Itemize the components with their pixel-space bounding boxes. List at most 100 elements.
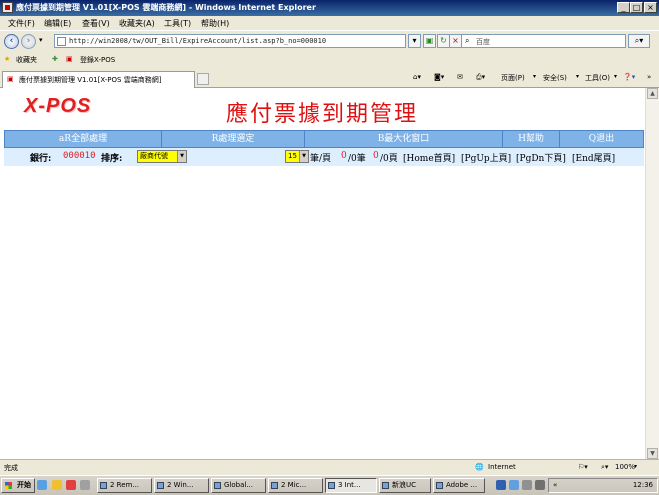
chevron-right-icon[interactable]: »: [647, 73, 651, 81]
current-page: 0: [373, 151, 379, 161]
protected-mode-icon[interactable]: ⚐▾: [578, 463, 588, 471]
filter-bar: 銀行: 000010 排序: 廠商代號 ▼ 15 ▼ 筆/頁 0 /0筆 0 /…: [4, 148, 644, 166]
tab-bar: ▣ 應付票據到期管理 V1.01[X-POS 雲端商務網] ⌂▾ ◙▾ ✉ ⎙▾…: [0, 68, 659, 88]
chevron-down-icon[interactable]: ▾: [39, 36, 43, 44]
menu-bar: 文件(F) 编辑(E) 查看(V) 收藏夹(A) 工具(T) 帮助(H): [0, 16, 659, 30]
add-favorite-icon[interactable]: ✚: [52, 55, 58, 63]
new-tab-button[interactable]: [197, 73, 209, 85]
bank-label: 銀行:: [30, 154, 52, 164]
vertical-scrollbar[interactable]: ▲ ▼: [645, 88, 659, 459]
menu-view[interactable]: 查看(V): [82, 18, 110, 29]
clock[interactable]: 12:36: [633, 481, 653, 489]
page-title: 應付票據到期管理: [226, 102, 419, 127]
search-icon: ⌕: [465, 36, 470, 45]
qq-icon[interactable]: [66, 480, 76, 490]
scroll-up-icon[interactable]: ▲: [647, 88, 658, 99]
tab-title: 應付票據到期管理 V1.01[X-POS 雲端商務網]: [19, 76, 162, 84]
task-microsoft[interactable]: 2 Mic...: [268, 478, 323, 493]
desktop-icon[interactable]: [37, 480, 47, 490]
task-global[interactable]: Global...: [211, 478, 266, 493]
task-sina-uc[interactable]: 新浪UC: [379, 478, 431, 493]
sort-selected-value: 廠商代號: [140, 152, 168, 160]
nav-pgup-link[interactable]: [PgUp上頁]: [461, 151, 511, 164]
pages-label: /0頁: [380, 154, 398, 164]
mail-icon[interactable]: ✉: [457, 73, 463, 81]
maximize-window-button[interactable]: B最大化窗口: [305, 131, 503, 147]
total-records: 0: [341, 151, 347, 161]
nav-home-link[interactable]: [Home首頁]: [403, 151, 455, 164]
favorites-star-icon: ★: [4, 55, 11, 63]
quicklaunch-icon[interactable]: [52, 480, 62, 490]
minimize-button[interactable]: _: [617, 2, 630, 13]
ime-icon[interactable]: [509, 480, 519, 490]
menu-edit[interactable]: 编辑(E): [44, 18, 71, 29]
per-page-label: 筆/頁: [310, 154, 332, 164]
search-go-icon[interactable]: ⌕▾: [628, 34, 650, 48]
print-icon[interactable]: ⎙▾: [476, 73, 485, 82]
chevron-down-icon: ▼: [177, 151, 186, 162]
ch-language-icon[interactable]: [496, 480, 506, 490]
quicklaunch-more-icon[interactable]: [80, 480, 90, 490]
chevron-down-icon: ▾: [533, 73, 537, 80]
page-menu[interactable]: 页面(P): [501, 73, 525, 83]
status-bar: 完成 🌐 Internet ⚐▾ ⌕▾ 100% ▾: [0, 459, 659, 475]
nav-pgdn-link[interactable]: [PgDn下頁]: [516, 151, 566, 164]
process-selected-button[interactable]: R處理選定: [162, 131, 305, 147]
back-icon[interactable]: ‹: [4, 34, 19, 49]
url-text: http://win2008/tw/OUT_Bill/ExpireAccount…: [69, 37, 327, 45]
system-tray: « 12:36: [548, 478, 658, 493]
address-bar: ‹ › ▾ http://win2008/tw/OUT_Bill/ExpireA…: [0, 30, 659, 52]
status-text: 完成: [4, 464, 18, 472]
tray-expand-icon[interactable]: [535, 480, 545, 490]
feeds-icon[interactable]: ◙▾: [434, 73, 444, 81]
nav-end-link[interactable]: [End尾頁]: [572, 151, 615, 164]
tray-icons[interactable]: «: [553, 481, 557, 489]
start-button[interactable]: 开始: [1, 478, 35, 493]
chevron-down-icon[interactable]: ▾: [634, 463, 637, 470]
menu-help[interactable]: 帮助(H): [201, 18, 229, 29]
ie-page-icon: [2, 2, 13, 13]
task-internet-explorer[interactable]: 3 Int...: [325, 478, 377, 493]
address-dropdown-icon[interactable]: ▾: [408, 34, 421, 48]
address-input[interactable]: http://win2008/tw/OUT_Bill/ExpireAccount…: [54, 34, 406, 48]
task-windows[interactable]: 2 Win...: [154, 478, 209, 493]
taskbar: 开始 2 Rem... 2 Win... Global... 2 Mic... …: [0, 475, 659, 495]
sort-select[interactable]: 廠商代號 ▼: [137, 150, 187, 163]
menu-tools[interactable]: 工具(T): [164, 18, 191, 29]
function-bar: aR全部處理 R處理選定 B最大化窗口 H幫助 Q退出: [4, 130, 644, 148]
search-input[interactable]: ⌕ 百度: [461, 34, 626, 48]
window-title-bar[interactable]: 應付票據到期管理 V1.01[X-POS 雲端商務網] - Windows In…: [0, 0, 659, 16]
favorites-bar: ★ 收藏夹 ✚ ▣ 登錄X-POS: [0, 52, 659, 68]
zoom-icon[interactable]: ⌕▾: [601, 463, 608, 472]
favorites-link[interactable]: 登錄X-POS: [80, 55, 115, 65]
page-size-select[interactable]: 15 ▼: [285, 150, 309, 163]
close-button[interactable]: ×: [644, 2, 657, 13]
menu-favorites[interactable]: 收藏夹(A): [119, 18, 155, 29]
task-adobe[interactable]: Adobe ...: [433, 478, 485, 493]
safety-menu[interactable]: 安全(S): [543, 73, 567, 83]
chevron-down-icon: ▾: [614, 73, 618, 80]
exit-button[interactable]: Q退出: [560, 131, 643, 147]
forward-icon[interactable]: ›: [21, 34, 36, 49]
page-content: X-POS 應付票據到期管理 aR全部處理 R處理選定 B最大化窗口 H幫助 Q…: [0, 88, 645, 459]
window-title: 應付票據到期管理 V1.01[X-POS 雲端商務網] - Windows In…: [16, 3, 316, 12]
process-all-button[interactable]: aR全部處理: [5, 131, 162, 147]
favorites-button[interactable]: 收藏夹: [16, 55, 37, 65]
scroll-down-icon[interactable]: ▼: [647, 448, 658, 459]
page-icon: [57, 37, 66, 46]
home-icon[interactable]: ⌂▾: [413, 73, 421, 81]
link-page-icon: ▣: [66, 55, 73, 63]
chevron-down-icon: ▾: [576, 73, 580, 80]
help-button[interactable]: H幫助: [503, 131, 560, 147]
menu-file[interactable]: 文件(F): [8, 18, 35, 29]
task-remote[interactable]: 2 Rem...: [97, 478, 152, 493]
help-icon[interactable]: ❓▾: [623, 73, 635, 81]
help-tray-icon[interactable]: [522, 480, 532, 490]
tab-current[interactable]: ▣ 應付票據到期管理 V1.01[X-POS 雲端商務網]: [2, 71, 195, 88]
xpos-logo: X-POS: [24, 95, 92, 117]
zone-text: Internet: [488, 463, 516, 471]
tools-menu[interactable]: 工具(O): [585, 73, 610, 83]
maximize-button[interactable]: □: [630, 2, 643, 13]
compat-view-icon[interactable]: ▣: [423, 34, 436, 48]
zoom-level[interactable]: 100%: [615, 463, 635, 471]
